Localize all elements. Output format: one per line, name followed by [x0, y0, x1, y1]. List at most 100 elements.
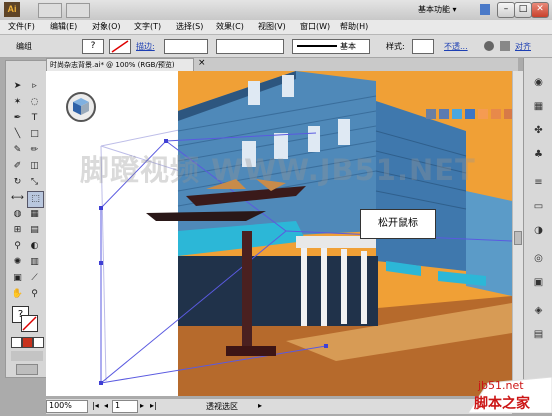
gradient-tool-icon[interactable]: ▤: [27, 223, 42, 238]
lasso-icon[interactable]: ◌: [27, 95, 42, 110]
recolor-icon[interactable]: [484, 41, 494, 51]
line-tool-icon[interactable]: ╲: [10, 127, 25, 142]
gradient-mode-icon[interactable]: [22, 337, 33, 348]
last-page-icon[interactable]: ▸|: [150, 401, 157, 410]
color-panel-icon[interactable]: ◉: [530, 76, 547, 90]
stroke-swatch[interactable]: [109, 39, 131, 54]
arrange-documents-icon[interactable]: [66, 3, 90, 18]
color-mode-icon[interactable]: [11, 337, 22, 348]
first-page-icon[interactable]: |◂: [92, 401, 99, 410]
magic-wand-icon[interactable]: ✶: [10, 95, 25, 110]
appearance-panel-icon[interactable]: ◎: [530, 252, 547, 266]
menu-object[interactable]: 对象(O): [92, 21, 121, 33]
zoom-tool-icon[interactable]: ⚲: [27, 287, 42, 302]
draw-mode-icon[interactable]: [11, 351, 43, 361]
zoom-field[interactable]: 100%: [46, 400, 88, 413]
eyedropper-icon[interactable]: ⚲: [10, 239, 25, 254]
stroke-panel-icon[interactable]: ≡: [530, 176, 547, 190]
site-brand: 脚本之家: [474, 396, 530, 412]
next-page-icon[interactable]: ▸: [140, 401, 144, 410]
menu-window[interactable]: 窗口(W): [300, 21, 330, 33]
screen-mode-icon[interactable]: [16, 364, 38, 375]
graphic-styles-panel-icon[interactable]: ▣: [530, 276, 547, 290]
mesh-tool-icon[interactable]: ⊞: [10, 223, 25, 238]
rotate-tool-icon[interactable]: ↻: [10, 175, 25, 190]
brush-style-label: 基本: [340, 42, 356, 51]
blob-brush-icon[interactable]: ✐: [10, 159, 25, 174]
menu-help[interactable]: 帮助(H): [340, 21, 368, 33]
pen-tool-icon[interactable]: ✒: [10, 111, 25, 126]
stroke-indicator[interactable]: [21, 315, 38, 332]
minimize-button[interactable]: –: [497, 2, 515, 18]
close-button[interactable]: ✕: [531, 2, 549, 18]
pencil-icon[interactable]: ✏: [27, 143, 42, 158]
align-icon[interactable]: [500, 41, 510, 51]
menu-type[interactable]: 文字(T): [134, 21, 161, 33]
menu-view[interactable]: 视图(V): [258, 21, 286, 33]
bridge-icon[interactable]: [38, 3, 62, 18]
rectangle-tool-icon[interactable]: □: [27, 127, 42, 142]
perspective-selection-icon[interactable]: ⬚: [27, 191, 44, 208]
graphic-style-swatch[interactable]: [412, 39, 434, 54]
menu-file[interactable]: 文件(F): [8, 21, 35, 33]
scroll-thumb[interactable]: [514, 231, 522, 245]
no-stroke-icon: [111, 40, 129, 53]
eraser-icon[interactable]: ◫: [27, 159, 42, 174]
menu-select[interactable]: 选择(S): [176, 21, 203, 33]
close-tab-icon[interactable]: ×: [198, 58, 206, 68]
transparency-panel-icon[interactable]: ◑: [530, 224, 547, 238]
control-bar: 编组 ? 描边: 基本 样式: 不透... 对齐: [0, 35, 552, 58]
prev-page-icon[interactable]: ◂: [104, 401, 108, 410]
hand-tool-icon[interactable]: ✋: [10, 287, 25, 302]
document-tab[interactable]: 时尚杂志背景.ai* @ 100% (RGB/预览): [46, 58, 194, 71]
stroke-label[interactable]: 描边:: [136, 41, 155, 52]
direct-selection-tool-icon[interactable]: ▹: [27, 79, 42, 94]
swatches-panel-icon[interactable]: ▦: [530, 100, 547, 114]
app-logo: Ai: [4, 2, 20, 17]
symbols-panel-icon[interactable]: ♣: [530, 148, 547, 162]
page-field[interactable]: 1: [112, 400, 138, 413]
width-tool-icon[interactable]: ⟷: [10, 191, 25, 206]
title-bar: Ai 基本功能 ▾ – □ ✕: [0, 0, 552, 21]
panel-dock: ◉ ▦ ✤ ♣ ≡ ▭ ◑ ◎ ▣ ◈ ▤: [523, 58, 552, 396]
perspective-grid-icon[interactable]: ▦: [27, 207, 42, 222]
artboards-panel-icon[interactable]: ▤: [530, 328, 547, 342]
page-value: 1: [115, 401, 121, 410]
vertical-scrollbar[interactable]: [512, 71, 523, 396]
workspace-switcher[interactable]: 基本功能 ▾: [418, 3, 476, 16]
slice-tool-icon[interactable]: ⟋: [27, 271, 42, 286]
selection-type-label: 编组: [16, 42, 32, 51]
status-menu-icon[interactable]: ▸: [258, 401, 262, 410]
symbol-sprayer-icon[interactable]: ✺: [10, 255, 25, 270]
menu-edit[interactable]: 编辑(E): [50, 21, 77, 33]
search-icon[interactable]: [480, 4, 490, 15]
artboard-canvas[interactable]: [46, 71, 512, 396]
paintbrush-icon[interactable]: ✎: [10, 143, 25, 158]
brushes-panel-icon[interactable]: ✤: [530, 124, 547, 138]
artboard-tool-icon[interactable]: ▣: [10, 271, 25, 286]
status-bar: 100% |◂ ◂ 1 ▸ ▸| 透视选区 ▸: [46, 398, 512, 414]
selection-tool-icon[interactable]: ➤: [10, 79, 25, 94]
maximize-button[interactable]: □: [514, 2, 532, 18]
fill-swatch[interactable]: ?: [82, 39, 104, 54]
align-label[interactable]: 对齐: [515, 41, 531, 52]
cube-icon: [73, 98, 89, 115]
graph-tool-icon[interactable]: ▥: [27, 255, 42, 270]
blend-tool-icon[interactable]: ◐: [27, 239, 42, 254]
current-tool-status: 透视选区: [206, 402, 238, 411]
brush-definition[interactable]: 基本: [292, 39, 370, 54]
layers-panel-icon[interactable]: ◈: [530, 304, 547, 318]
shape-builder-icon[interactable]: ◍: [10, 207, 25, 222]
menu-effect[interactable]: 效果(C): [216, 21, 244, 33]
variable-width-profile[interactable]: [216, 39, 284, 54]
none-mode-icon[interactable]: [33, 337, 44, 348]
site-url: jb51.net: [478, 379, 524, 392]
scale-tool-icon[interactable]: ⤡: [27, 175, 42, 190]
stroke-weight-field[interactable]: [164, 39, 208, 54]
perspective-plane-widget[interactable]: [66, 92, 96, 122]
opacity-label[interactable]: 不透...: [444, 41, 468, 52]
gradient-panel-icon[interactable]: ▭: [530, 200, 547, 214]
release-mouse-tooltip: 松开鼠标: [360, 209, 436, 239]
type-tool-icon[interactable]: T: [27, 111, 42, 126]
tools-panel: ➤ ▹ ✶ ◌ ✒ T ╲ □ ✎ ✏ ✐ ◫ ↻ ⤡ ⟷ ⬚ ◍ ▦ ⊞ ▤ …: [5, 60, 47, 378]
